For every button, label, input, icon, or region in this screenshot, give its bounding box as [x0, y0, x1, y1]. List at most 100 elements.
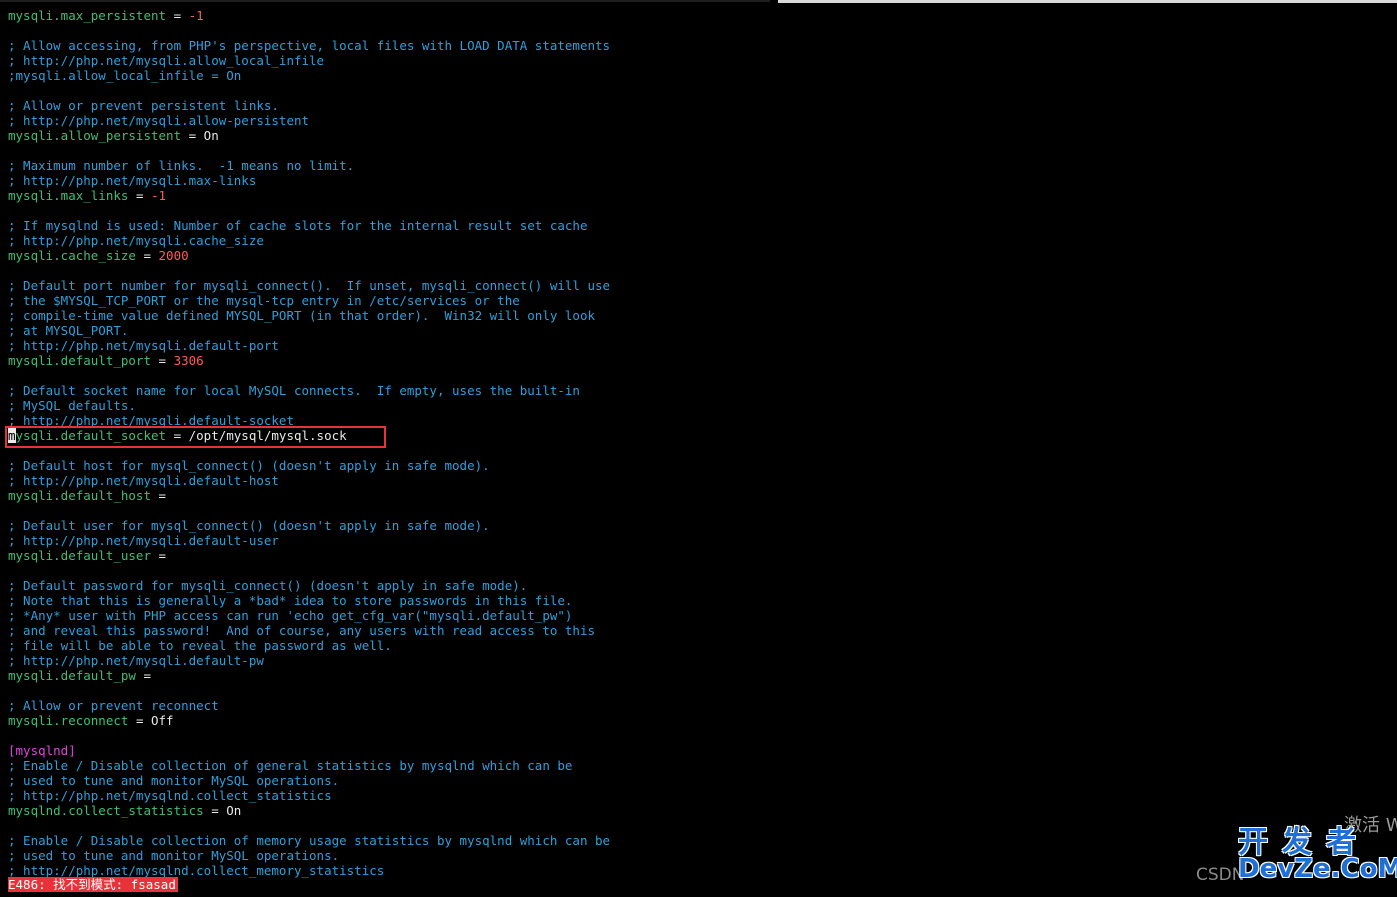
editor-line[interactable]: ; http://php.net/mysqli.allow_local_infi…: [8, 53, 610, 68]
editor-line[interactable]: mysqli.cache_size = 2000: [8, 248, 610, 263]
config-key: mysqli.default_host: [8, 488, 151, 503]
config-number-value: -1: [151, 188, 167, 203]
editor-line[interactable]: ; compile-time value defined MYSQL_PORT …: [8, 308, 610, 323]
editor-line[interactable]: ; Allow or prevent persistent links.: [8, 98, 610, 113]
editor-line[interactable]: ; Default port number for mysqli_connect…: [8, 278, 610, 293]
editor-line[interactable]: ; http://php.net/mysqli.max-links: [8, 173, 610, 188]
editor-line[interactable]: ;mysqli.allow_local_infile = On: [8, 68, 610, 83]
editor-line[interactable]: ; http://php.net/mysqli.default-host: [8, 473, 610, 488]
comment-text: ; Allow or prevent reconnect: [8, 698, 219, 713]
comment-text: ; Maximum number of links. -1 means no l…: [8, 158, 355, 173]
comment-text: ; Default port number for mysqli_connect…: [8, 278, 611, 293]
config-value: On: [226, 803, 242, 818]
comment-text: ; compile-time value defined MYSQL_PORT …: [8, 308, 595, 323]
editor-line[interactable]: ; http://php.net/mysqli.default-pw: [8, 653, 610, 668]
editor-line[interactable]: [8, 23, 610, 38]
editor-line[interactable]: [mysqlnd]: [8, 743, 610, 758]
comment-text: ; used to tune and monitor MySQL operati…: [8, 773, 340, 788]
config-key: mysqli.default_port: [8, 353, 151, 368]
comment-text: ; If mysqlnd is used: Number of cache sl…: [8, 218, 588, 233]
editor-line[interactable]: ; Allow accessing, from PHP's perspectiv…: [8, 38, 610, 53]
config-key: mysqli.reconnect: [8, 713, 129, 728]
equals-sign: =: [166, 8, 189, 23]
editor-line[interactable]: ; Enable / Disable collection of general…: [8, 758, 610, 773]
editor-line[interactable]: ; and reveal this password! And of cours…: [8, 623, 610, 638]
terminal-window[interactable]: mysqli.max_persistent = -1 ; Allow acces…: [0, 0, 1397, 897]
editor-line[interactable]: ; Default host for mysql_connect() (does…: [8, 458, 610, 473]
editor-line[interactable]: ; at MYSQL_PORT.: [8, 323, 610, 338]
equals-sign: =: [151, 548, 167, 563]
config-key: mysqli.cache_size: [8, 248, 136, 263]
editor-line[interactable]: ; http://php.net/mysqli.allow-persistent: [8, 113, 610, 128]
editor-line[interactable]: ; Default user for mysql_connect() (does…: [8, 518, 610, 533]
editor-line[interactable]: ; http://php.net/mysqlnd.collect_statist…: [8, 788, 610, 803]
editor-line[interactable]: mysqli.max_persistent = -1: [8, 8, 610, 23]
editor-line[interactable]: ; MySQL defaults.: [8, 398, 610, 413]
editor-line[interactable]: [8, 143, 610, 158]
comment-text: ; and reveal this password! And of cours…: [8, 623, 595, 638]
comment-text: ; http://php.net/mysqli.max-links: [8, 173, 257, 188]
editor-line[interactable]: [8, 83, 610, 98]
comment-text: ; http://php.net/mysqli.default-port: [8, 338, 279, 353]
devze-logo-en: DevZe.CoM: [1238, 854, 1397, 884]
editor-line[interactable]: ; Default socket name for local MySQL co…: [8, 383, 610, 398]
comment-text: ; http://php.net/mysqli.default-host: [8, 473, 279, 488]
editor-line[interactable]: ; the $MYSQL_TCP_PORT or the mysql-tcp e…: [8, 293, 610, 308]
comment-text: ; Default user for mysql_connect() (does…: [8, 518, 490, 533]
editor-line[interactable]: mysqli.reconnect = Off: [8, 713, 610, 728]
editor-line[interactable]: ; Note that this is generally a *bad* id…: [8, 593, 610, 608]
comment-text: ; *Any* user with PHP access can run 'ec…: [8, 608, 573, 623]
editor-line[interactable]: ; http://php.net/mysqli.default-port: [8, 338, 610, 353]
comment-text: ; at MYSQL_PORT.: [8, 323, 129, 338]
editor-line[interactable]: [8, 263, 610, 278]
editor-line[interactable]: mysqli.default_pw =: [8, 668, 610, 683]
config-key: mysqli.max_links: [8, 188, 129, 203]
vim-error-message: E486: 找不到模式: fsasad: [8, 877, 178, 892]
equals-sign: =: [151, 488, 167, 503]
config-key: mysqlnd.collect_statistics: [8, 803, 204, 818]
comment-text: ; http://php.net/mysqli.cache_size: [8, 233, 264, 248]
editor-line[interactable]: ; Maximum number of links. -1 means no l…: [8, 158, 610, 173]
comment-text: ; the $MYSQL_TCP_PORT or the mysql-tcp e…: [8, 293, 520, 308]
editor-line[interactable]: mysqli.default_host =: [8, 488, 610, 503]
editor-line[interactable]: mysqli.default_user =: [8, 548, 610, 563]
editor-line[interactable]: [8, 728, 610, 743]
editor-line[interactable]: ; Enable / Disable collection of memory …: [8, 833, 610, 848]
comment-text: ; Enable / Disable collection of memory …: [8, 833, 611, 848]
editor-line[interactable]: [8, 368, 610, 383]
editor-line[interactable]: mysqlnd.collect_statistics = On: [8, 803, 610, 818]
comment-text: ;mysqli.allow_local_infile = On: [8, 68, 242, 83]
editor-line[interactable]: [8, 818, 610, 833]
comment-text: ; Allow accessing, from PHP's perspectiv…: [8, 38, 611, 53]
editor-line[interactable]: ; used to tune and monitor MySQL operati…: [8, 773, 610, 788]
section-header: [mysqlnd]: [8, 743, 76, 758]
editor-line[interactable]: ; Allow or prevent reconnect: [8, 698, 610, 713]
editor-line[interactable]: [8, 503, 610, 518]
editor-line[interactable]: [8, 563, 610, 578]
window-title-strip: [0, 0, 1397, 4]
config-number-value: -1: [188, 8, 204, 23]
config-value: On: [203, 128, 219, 143]
equals-sign: =: [128, 713, 151, 728]
editor-line[interactable]: ; Default password for mysqli_connect() …: [8, 578, 610, 593]
editor-line[interactable]: ; http://php.net/mysqli.default-user: [8, 533, 610, 548]
editor-line[interactable]: ; If mysqlnd is used: Number of cache sl…: [8, 218, 610, 233]
comment-text: ; Default password for mysqli_connect() …: [8, 578, 528, 593]
comment-text: ; http://php.net/mysqli.default-pw: [8, 653, 264, 668]
comment-text: ; http://php.net/mysqli.allow-persistent: [8, 113, 310, 128]
editor-line[interactable]: ; http://php.net/mysqli.cache_size: [8, 233, 610, 248]
comment-text: ; http://php.net/mysqli.default-user: [8, 533, 279, 548]
editor-line[interactable]: ; file will be able to reveal the passwo…: [8, 638, 610, 653]
editor-line[interactable]: ; *Any* user with PHP access can run 'ec…: [8, 608, 610, 623]
config-key: mysqli.default_user: [8, 548, 151, 563]
editor-line[interactable]: [8, 203, 610, 218]
editor-line[interactable]: ; used to tune and monitor MySQL operati…: [8, 848, 610, 863]
editor-line[interactable]: [8, 683, 610, 698]
editor-line[interactable]: mysqli.allow_persistent = On: [8, 128, 610, 143]
editor-line[interactable]: mysqli.max_links = -1: [8, 188, 610, 203]
editor-line[interactable]: mysqli.default_port = 3306: [8, 353, 610, 368]
tab-strip-left: [0, 0, 770, 2]
editor-line[interactable]: ; http://php.net/mysqlnd.collect_memory_…: [8, 863, 610, 878]
config-key: mysqli.default_pw: [8, 668, 136, 683]
comment-text: ; file will be able to reveal the passwo…: [8, 638, 392, 653]
